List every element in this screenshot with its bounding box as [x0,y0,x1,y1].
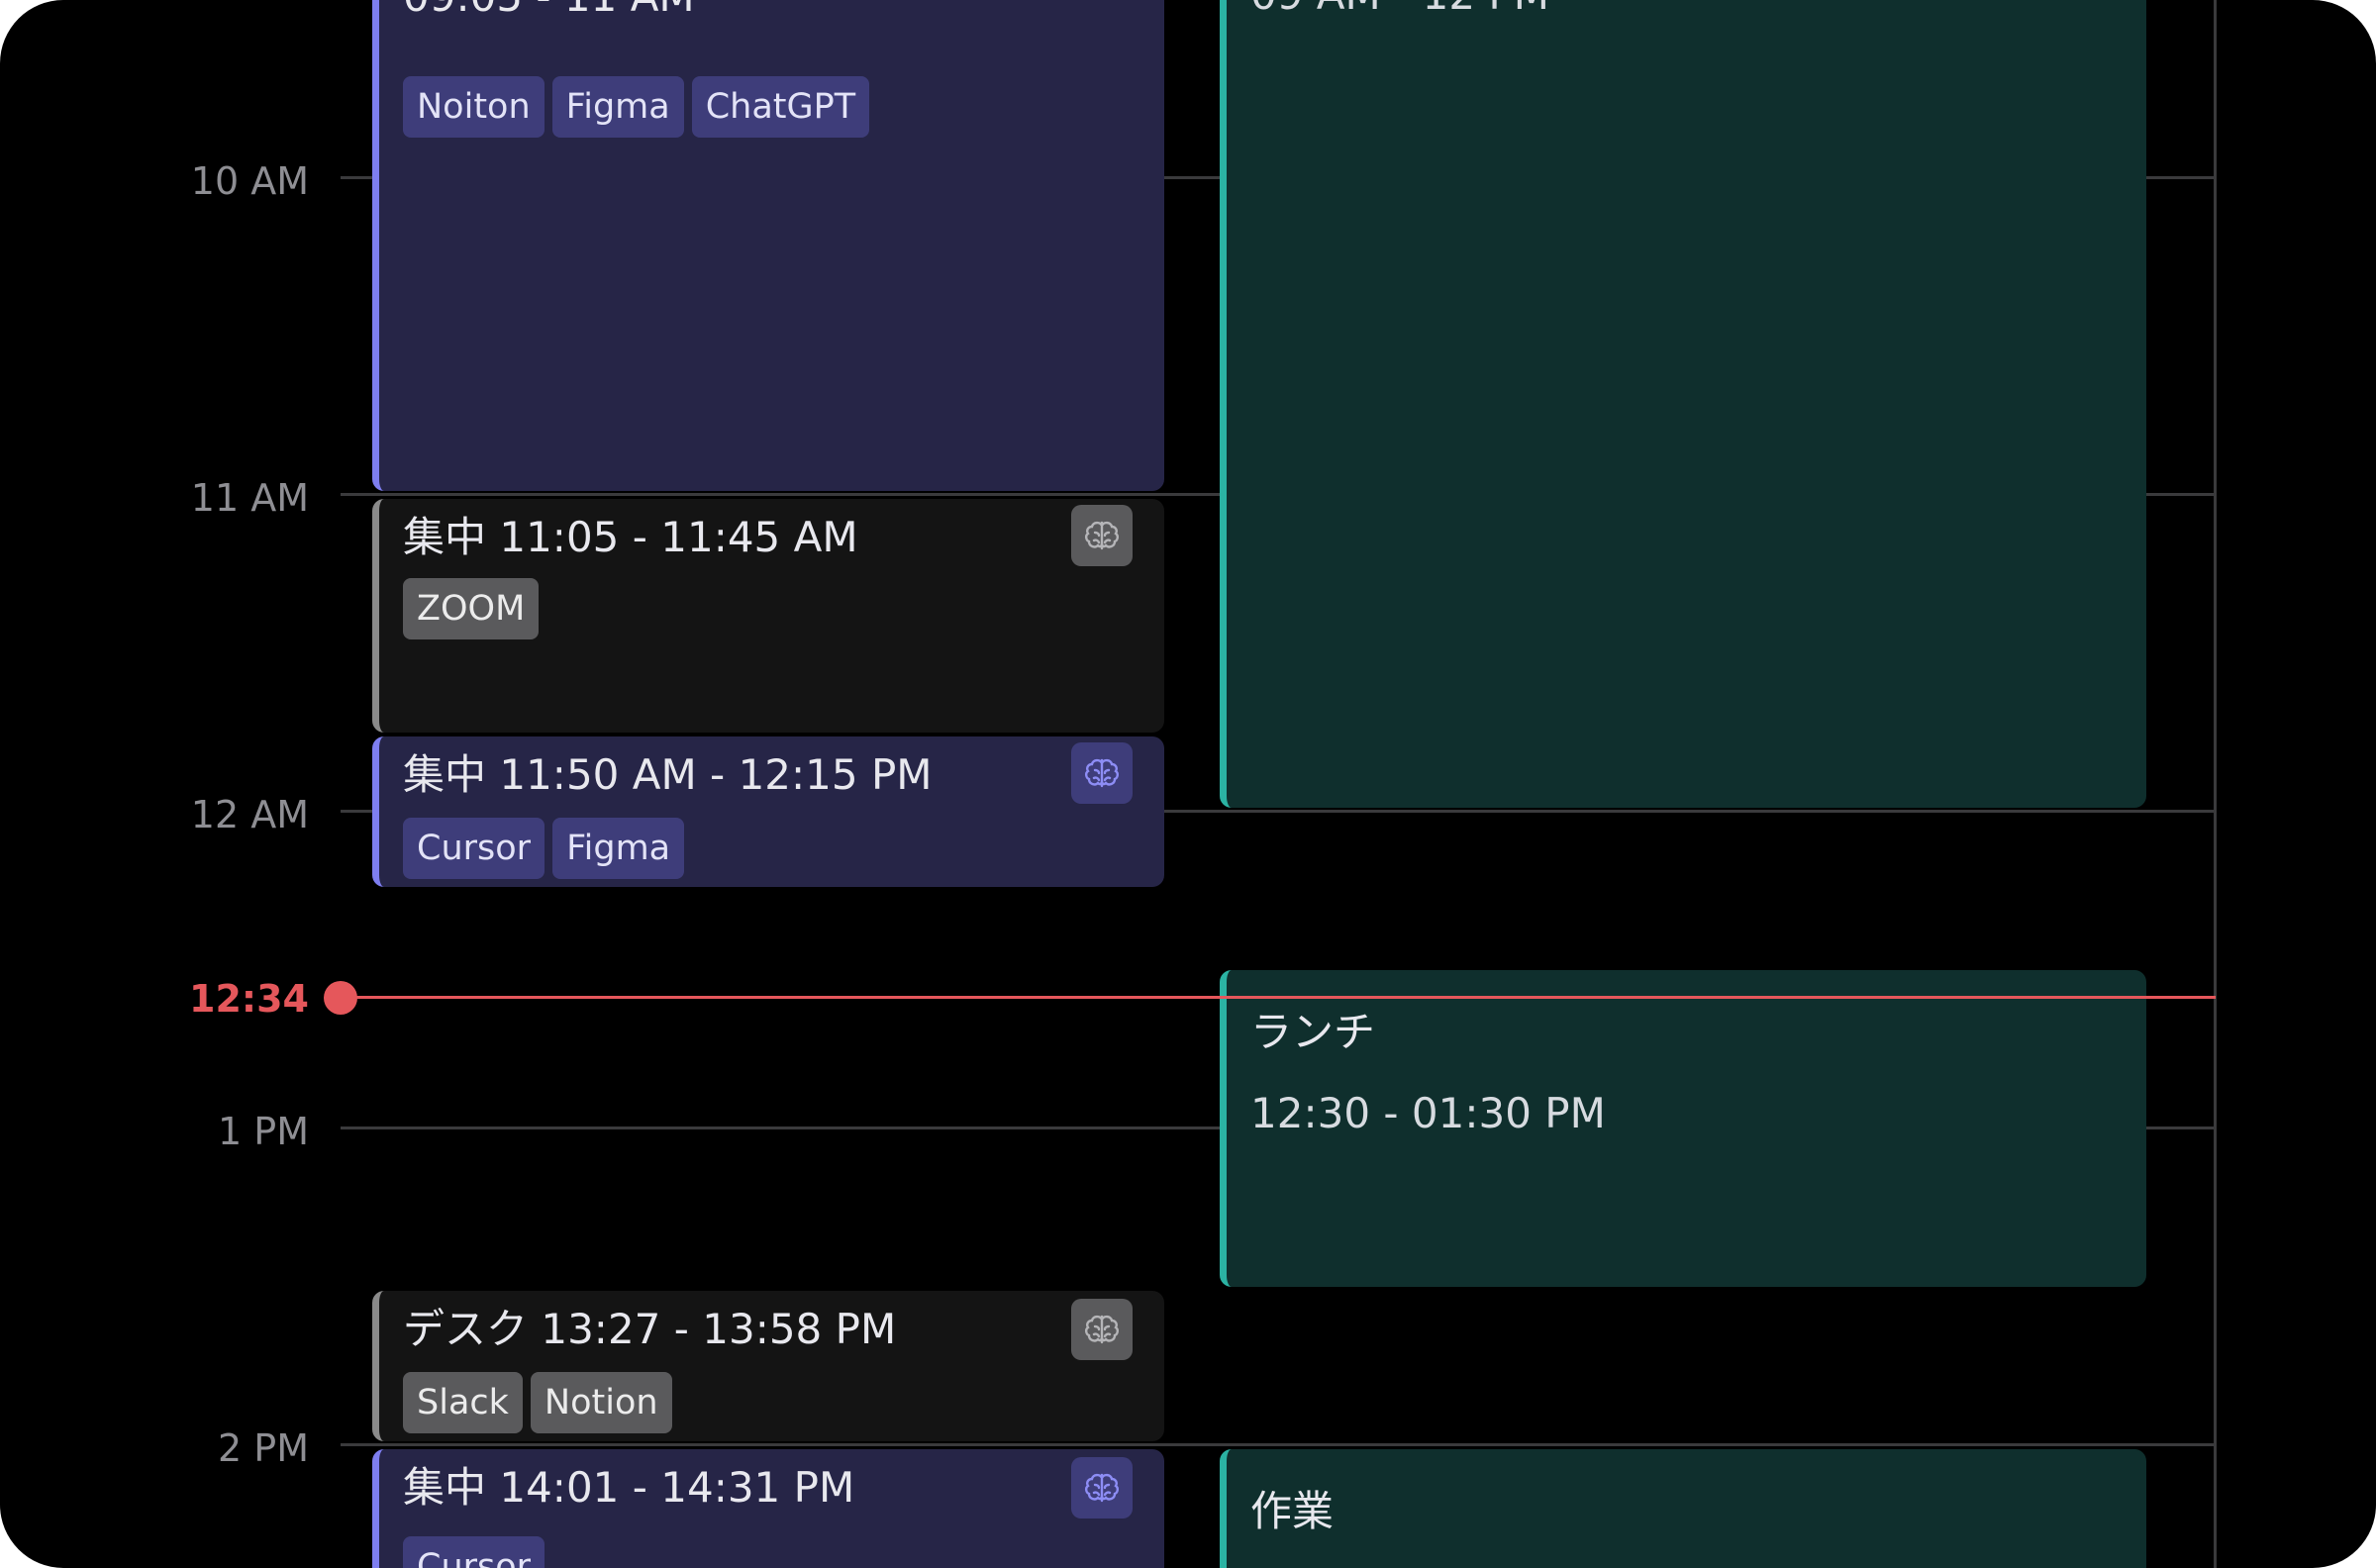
time-label-2pm: 2 PM [218,1426,309,1470]
app-tag: Notion [530,1372,672,1433]
time-label-10am: 10 AM [190,159,309,203]
app-tag: ZOOM [403,578,540,639]
activity-event[interactable]: デスク 13:27 - 13:58 PM Slack Notion [372,1291,1164,1441]
current-time-line [341,996,2216,999]
app-tag: Slack [403,1372,523,1433]
app-tag: Noiton [403,76,544,138]
brain-icon[interactable] [1071,1299,1133,1360]
app-tag: ChatGPT [691,76,870,138]
calendar-event-time: 12:30 - 01:30 PM [1250,1089,1606,1137]
app-tag: Cursor [403,1536,545,1568]
time-label-12pm: 12 AM [190,793,309,836]
current-time-label: 12:34 [189,977,309,1021]
activity-event[interactable]: 集中 14:01 - 14:31 PM Cursor [372,1449,1164,1568]
app-tags: Cursor Figma [403,818,685,879]
app-tags: Noiton Figma ChatGPT [403,76,870,138]
activity-event[interactable]: 集中 11:05 - 11:45 AM ZOOM [372,499,1164,733]
calendar-event-morning[interactable]: 09 AM - 12 PM [1220,0,2146,808]
time-label-1pm: 1 PM [218,1110,309,1153]
activity-event-title: 09:05 - 11 AM [403,0,695,18]
calendar-day-view: 10 AM 11 AM 12 AM 1 PM 2 PM 09 AM - 12 P… [0,0,2376,1568]
calendar-event-title: 作業 [1250,1487,1335,1535]
activity-event[interactable]: 09:05 - 11 AM Noiton Figma ChatGPT [372,0,1164,491]
time-label-11am: 11 AM [190,476,309,520]
app-tag: Figma [551,76,684,138]
brain-icon[interactable] [1071,1457,1133,1519]
activity-event-title: 集中 14:01 - 14:31 PM [403,1463,855,1512]
brain-icon[interactable] [1071,505,1133,566]
app-tags: Cursor [403,1536,545,1568]
calendar-event-title: ランチ [1250,1008,1376,1056]
activity-event-title: デスク 13:27 - 13:58 PM [403,1305,897,1353]
brain-icon[interactable] [1071,742,1133,804]
column-divider [2214,0,2217,1568]
activity-event-title: 集中 11:50 AM - 12:15 PM [403,750,933,799]
hour-line-2pm [341,1443,2216,1446]
app-tag: Cursor [403,818,545,879]
app-tag: Figma [552,818,685,879]
current-time-dot [324,981,357,1015]
activity-event[interactable]: 集中 11:50 AM - 12:15 PM Cursor Figma [372,736,1164,887]
activity-event-title: 集中 11:05 - 11:45 AM [403,513,858,561]
app-tags: Slack Notion [403,1372,672,1433]
calendar-event-time: 09 AM - 12 PM [1250,0,1549,16]
calendar-event-work[interactable]: 作業 [1220,1449,2146,1568]
app-tags: ZOOM [403,578,540,639]
calendar-event-lunch[interactable]: ランチ 12:30 - 01:30 PM [1220,970,2146,1287]
